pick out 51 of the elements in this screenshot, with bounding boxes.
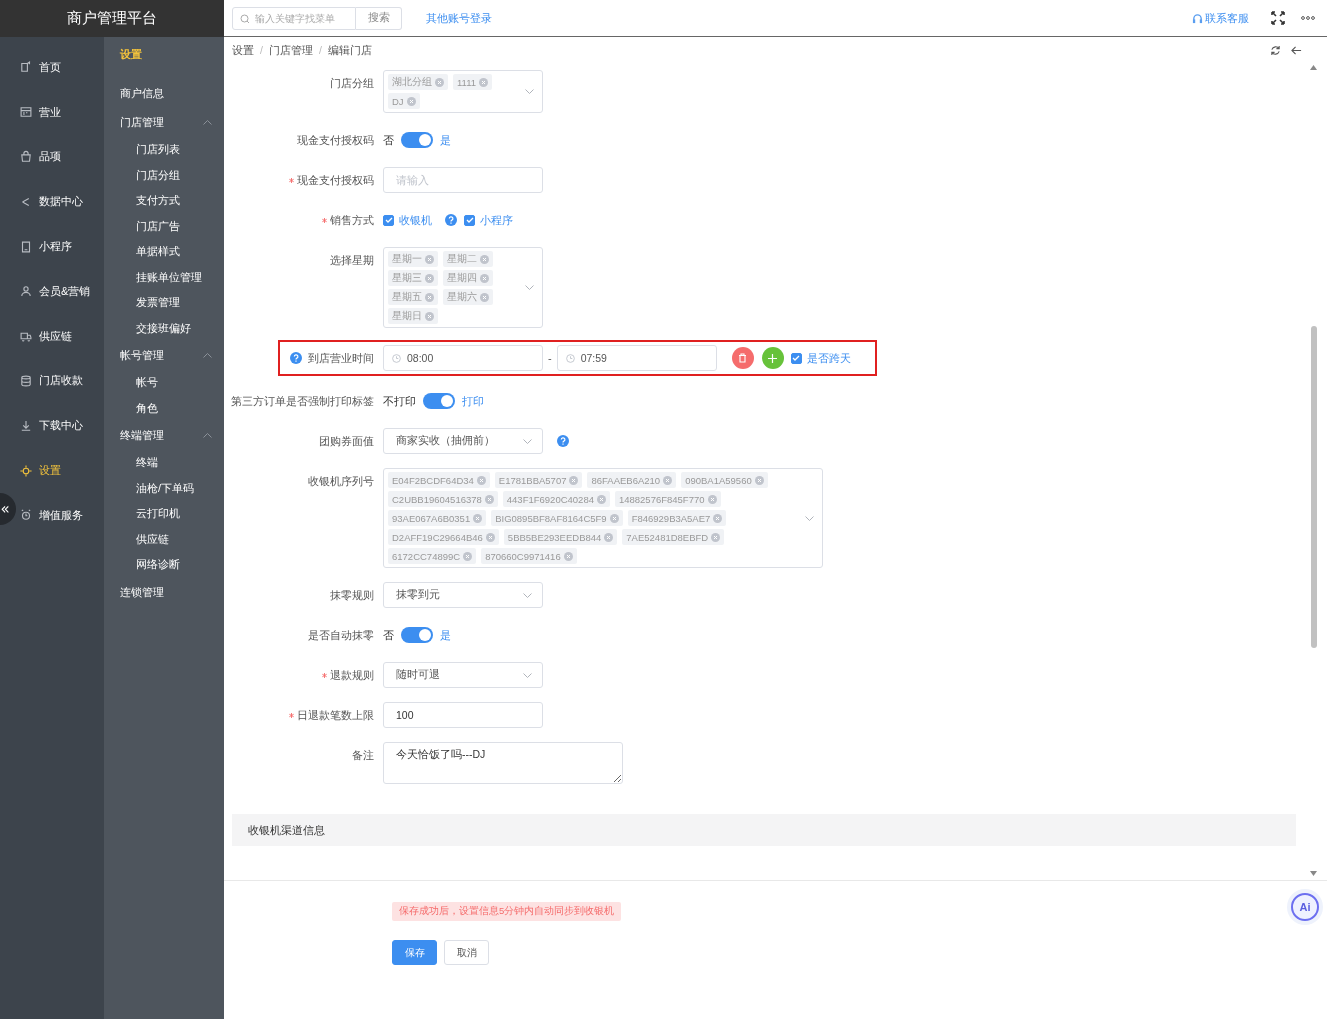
tag: 443F1F6920C40284: [502, 491, 610, 507]
field-label: 备注: [352, 747, 374, 763]
field-label: 现金支付授权码: [297, 172, 374, 188]
breadcrumb-separator: /: [260, 43, 263, 58]
tag: 星期日: [388, 308, 438, 324]
tag: 星期三: [388, 270, 438, 286]
switch-off-label: 否: [383, 132, 394, 148]
field-label: 现金支付授权码: [297, 132, 374, 148]
submenu-title: 设置: [119, 47, 143, 62]
section-title: 收银机渠道信息: [248, 822, 325, 838]
breadcrumb-item: 编辑门店: [327, 43, 372, 58]
tag: 14882576F845F770: [614, 491, 721, 507]
tag: 090BA1A59560: [681, 472, 768, 488]
field-label: 第三方订单是否强制打印标签: [231, 393, 374, 409]
tag: D2AFF19C29664B46: [388, 529, 499, 545]
switch-off-label: 否: [383, 627, 394, 643]
tag: BIG0895BF8AF8164C5F9: [491, 510, 623, 526]
tag: 5BB5BE293EEDB844: [503, 529, 618, 545]
tag: 1111: [453, 74, 493, 90]
switch-on-label: 是: [440, 627, 451, 643]
tag: C2UBB19604516378: [388, 491, 498, 507]
range-separator: -: [548, 352, 552, 364]
field-label: 门店分组: [330, 75, 374, 91]
switch-off-label: 不打印: [383, 393, 416, 409]
tag: DJ: [388, 93, 420, 109]
tag: 星期六: [443, 289, 493, 305]
tag: 93AE067A6B0351: [388, 510, 487, 526]
field-label: 收银机序列号: [308, 473, 374, 489]
tag: 6172CC74899C: [388, 548, 477, 564]
tag: 7AE52481D8EBFD: [622, 529, 725, 545]
field-label: 日退款笔数上限: [297, 707, 374, 723]
field-label: 退款规则: [330, 667, 374, 683]
field-label: 选择星期: [330, 252, 374, 268]
field-label: 销售方式: [330, 212, 374, 228]
tag: 星期四: [443, 270, 493, 286]
switch-on-label: 是: [440, 132, 451, 148]
tag: E04F2BCDF64D34: [388, 472, 490, 488]
field-label: 抹零规则: [330, 587, 374, 603]
field-label: 到店营业时间: [308, 350, 374, 366]
field-label: 团购券面值: [319, 433, 374, 449]
field-label: 是否自动抹零: [308, 627, 374, 643]
sync-notice: 保存成功后，设置信息5分钟内自动同步到收银机: [392, 902, 622, 921]
breadcrumb-separator: /: [318, 43, 322, 58]
tag: 86FAAEB6A210: [587, 472, 677, 488]
platform-title: 商户管理平台: [0, 0, 224, 37]
tag: F846929B3A5AE7: [627, 510, 727, 526]
tag: E1781BBA5707: [494, 472, 583, 488]
tag: 870660C9971416: [481, 548, 577, 564]
switch-on-label: 打印: [462, 393, 484, 409]
tag: 星期五: [388, 289, 438, 305]
tag: 湖北分组: [388, 74, 448, 90]
